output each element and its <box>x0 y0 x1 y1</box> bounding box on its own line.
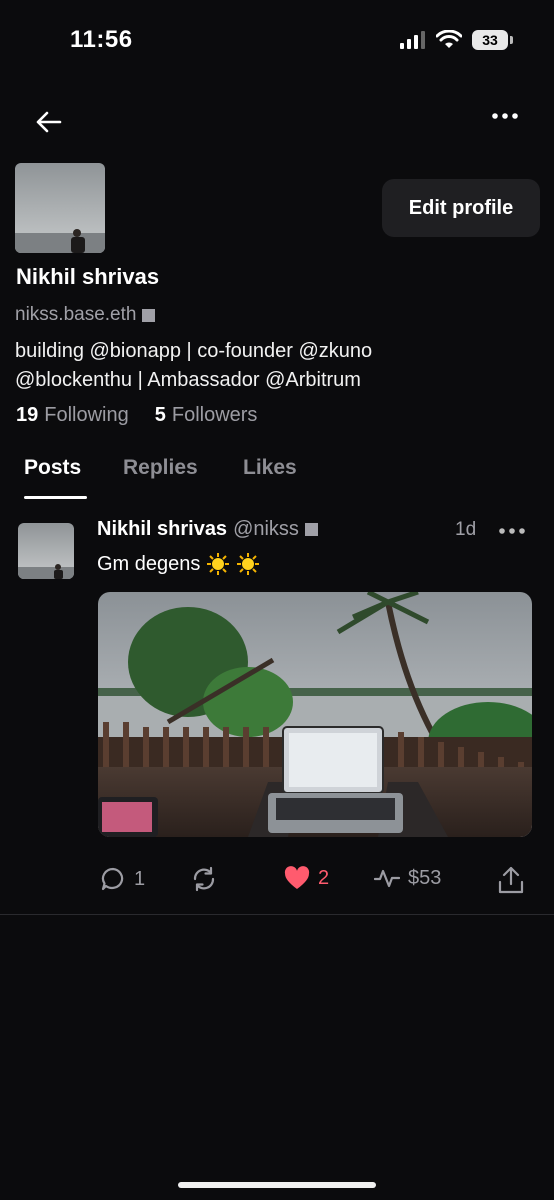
post-author-handle: @nikss <box>233 518 299 540</box>
post-body: Gm degens <box>97 552 201 575</box>
post-author-name[interactable]: Nikhil shrivas <box>97 518 227 541</box>
home-indicator[interactable] <box>178 1182 376 1188</box>
signal-icon <box>400 31 425 49</box>
tip-button[interactable]: $53 <box>374 866 441 890</box>
post-photo <box>98 592 532 837</box>
post-timestamp: 1d <box>455 519 477 540</box>
verified-square-icon <box>142 308 156 322</box>
handle-text: nikss.base.eth <box>15 304 137 325</box>
edit-profile-button[interactable]: Edit profile <box>382 179 540 237</box>
repost-icon <box>193 866 215 892</box>
comment-icon <box>101 867 124 891</box>
heart-icon <box>284 866 310 889</box>
tab-posts[interactable]: Posts <box>24 456 81 480</box>
bio-line-2: @blockenthu | Ambassador @Arbitrum <box>15 369 361 391</box>
avatar-photo-small <box>18 523 74 579</box>
followers-count: 5 <box>154 404 166 426</box>
reply-button[interactable]: 1 <box>100 866 145 892</box>
arrow-left-icon[interactable] <box>34 108 62 136</box>
following-label: Following <box>44 404 129 426</box>
post-actions: 1 2 $53 <box>100 866 530 902</box>
like-count: 2 <box>318 866 330 889</box>
followers-label: Followers <box>171 404 258 426</box>
post-author-avatar[interactable] <box>18 523 74 579</box>
battery-icon: 33 <box>472 30 513 50</box>
wifi-icon <box>436 30 462 48</box>
recast-button[interactable] <box>190 866 218 892</box>
profile-name: Nikhil shrivas <box>16 264 160 289</box>
status-icons: 33 <box>400 30 513 50</box>
profile-tabs: Posts Replies Likes <box>0 452 554 502</box>
avatar-photo <box>15 163 105 253</box>
tab-replies[interactable]: Replies <box>123 456 198 480</box>
post-text: Gm degens <box>97 552 260 576</box>
battery-level: 33 <box>482 32 498 48</box>
profile-handle: nikss.base.eth <box>15 304 156 326</box>
activity-icon <box>374 869 400 888</box>
active-tab-indicator <box>24 496 87 499</box>
sun-emoji-icon <box>237 553 260 575</box>
following-link[interactable]: 19 Following <box>16 404 129 427</box>
profile-avatar[interactable] <box>15 163 105 253</box>
post-more-icon[interactable] <box>499 527 525 535</box>
more-horizontal-icon[interactable] <box>492 112 518 120</box>
tab-likes[interactable]: Likes <box>243 456 297 480</box>
verified-square-icon <box>304 523 318 536</box>
tip-amount: $53 <box>408 866 442 889</box>
status-time: 11:56 <box>70 26 133 53</box>
sun-emoji-icon <box>207 553 230 575</box>
share-icon <box>498 866 524 894</box>
following-count: 19 <box>16 404 39 426</box>
profile-bio: building @bionapp | co-founder @zkuno @b… <box>15 337 535 395</box>
followers-link[interactable]: 5 Followers <box>155 404 258 427</box>
post-header: Nikhil shrivas @nikss <box>97 518 318 541</box>
share-button[interactable] <box>498 866 524 894</box>
follow-stats: 19 Following 5 Followers <box>16 404 257 427</box>
bio-line-1: building @bionapp | co-founder @zkuno <box>15 340 373 362</box>
divider <box>0 914 554 915</box>
like-button[interactable]: 2 <box>284 866 329 890</box>
post-image[interactable] <box>98 592 532 837</box>
reply-count: 1 <box>134 867 146 890</box>
